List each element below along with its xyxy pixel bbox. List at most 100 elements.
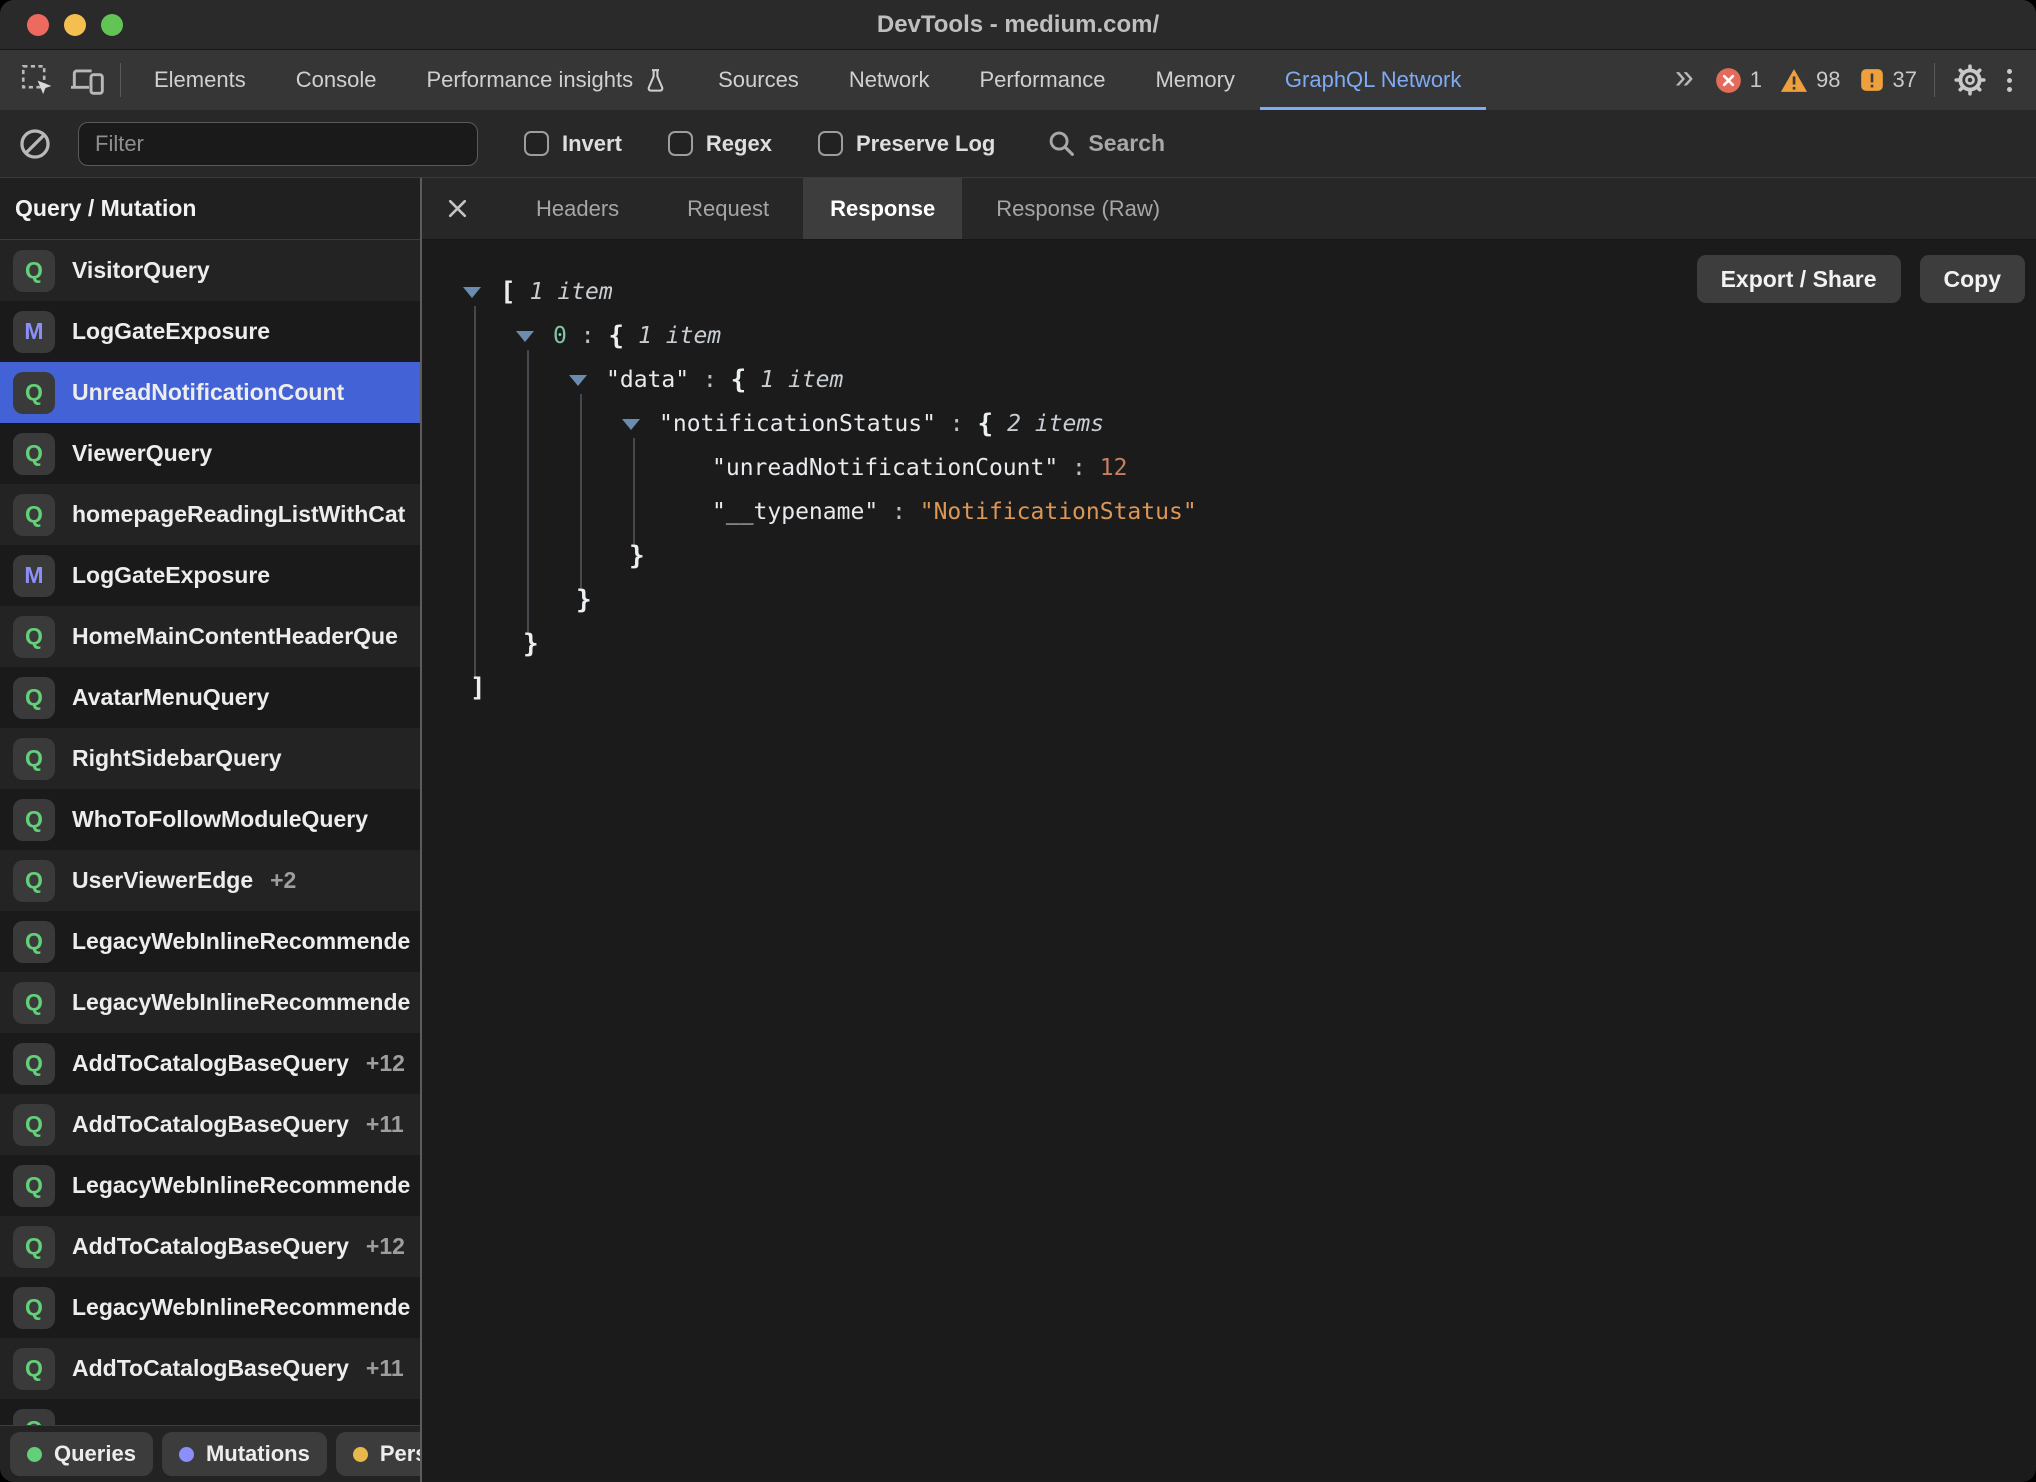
tree-row: 0 : {1 item: [446, 314, 1197, 358]
query-list-item[interactable]: Q: [0, 1399, 420, 1425]
json-tree: [1 item 0 : {1 item "data" : {1 item "notif…: [446, 270, 1197, 710]
tab-elements[interactable]: Elements: [129, 50, 271, 110]
query-name: UnreadNotificationCount: [72, 379, 345, 405]
query-type-filter-bar: Queries Mutations Pers: [0, 1425, 420, 1482]
tree-row: }: [446, 578, 1197, 622]
indent-guide: [474, 306, 476, 678]
checkbox-box-regex[interactable]: [667, 131, 693, 156]
query-list-item[interactable]: Q VisitorQuery: [0, 240, 420, 301]
response-panel: Headers Request Response Response (Raw) Exp…: [422, 178, 2036, 1482]
tab-console[interactable]: Console: [271, 50, 402, 110]
checkbox-preserve-log[interactable]: Preserve Log: [817, 131, 995, 157]
query-list-item[interactable]: Q RightSidebarQuery: [0, 728, 420, 789]
query-list-item[interactable]: Q WhoToFollowModuleQuery: [0, 789, 420, 850]
query-type-badge: Q: [13, 676, 55, 719]
query-list-item[interactable]: M LogGateExposure: [0, 301, 420, 362]
tab-memory[interactable]: Memory: [1130, 50, 1259, 110]
query-list-item[interactable]: Q LegacyWebInlineRecommende: [0, 911, 420, 972]
device-toolbar-icon: [71, 69, 104, 95]
checkbox-invert[interactable]: Invert: [524, 131, 622, 157]
chip-color-dot: [178, 1446, 194, 1462]
filter-chip-queries[interactable]: Queries: [10, 1432, 153, 1476]
expand-triangle-icon[interactable]: [516, 331, 534, 342]
query-type-badge: Q: [13, 1408, 55, 1425]
tab-performance-insights[interactable]: Performance insights: [401, 50, 693, 110]
expand-triangle-icon[interactable]: [622, 419, 640, 430]
more-tabs-chevron[interactable]: »: [1671, 60, 1706, 100]
query-list-item[interactable]: Q LegacyWebInlineRecommende: [0, 1155, 420, 1216]
device-toolbar-button[interactable]: [62, 50, 112, 110]
zoom-window-button[interactable]: [101, 13, 123, 36]
search-icon: [1050, 131, 1075, 156]
query-list-item[interactable]: Q AddToCatalogBaseQuery +11: [0, 1094, 420, 1155]
filter-chip-pers[interactable]: Pers: [335, 1432, 420, 1476]
query-list-item[interactable]: Q AvatarMenuQuery: [0, 667, 420, 728]
tab-label: Console: [295, 67, 377, 92]
query-type-badge: Q: [13, 371, 55, 414]
query-list-item[interactable]: QhomepageReadingListWithCat: [0, 484, 420, 545]
query-list-item[interactable]: Q AddToCatalogBaseQuery +11: [0, 1338, 420, 1399]
settings-button[interactable]: [1943, 62, 1997, 98]
query-list-item[interactable]: Q UnreadNotificationCount: [0, 362, 420, 423]
query-name: AddToCatalogBaseQuery: [72, 1355, 349, 1381]
chip-label: Mutations: [205, 1441, 310, 1466]
indent-guide: [527, 350, 529, 634]
query-list-item[interactable]: Q LegacyWebInlineRecommende: [0, 1277, 420, 1338]
query-list-item[interactable]: Q HomeMainContentHeaderQue: [0, 606, 420, 667]
search-group[interactable]: Search: [1047, 129, 1165, 158]
filter-chip-mutations[interactable]: Mutations: [161, 1432, 327, 1476]
query-list-item[interactable]: Q AddToCatalogBaseQuery +12: [0, 1216, 420, 1277]
search-label: Search: [1088, 130, 1166, 156]
query-list-item[interactable]: M LogGateExposure: [0, 545, 420, 606]
tab-request[interactable]: Request: [662, 178, 794, 239]
tab-label: Elements: [154, 67, 246, 92]
tab-headers[interactable]: Headers: [511, 178, 644, 239]
query-name: UserViewerEdge: [72, 867, 254, 893]
tab-performance[interactable]: Performance: [955, 50, 1131, 110]
query-count-badge: +12: [365, 1233, 405, 1259]
filter-input[interactable]: [78, 121, 478, 166]
export-share-button[interactable]: Export / Share: [1696, 255, 1901, 303]
checkbox-box-preserve-log[interactable]: [817, 131, 843, 156]
expand-triangle-icon[interactable]: [569, 375, 587, 386]
window-title: DevTools - medium.com/: [876, 10, 1160, 38]
toolbar-divider: [1934, 63, 1935, 97]
tab-label: Sources: [718, 67, 799, 92]
query-list-item[interactable]: Q AddToCatalogBaseQuery +12: [0, 1033, 420, 1094]
query-name: AddToCatalogBaseQuery: [72, 1111, 349, 1137]
tab-network[interactable]: Network: [824, 50, 955, 110]
tab-response[interactable]: Response: [803, 178, 963, 239]
clear-block-icon[interactable]: [18, 127, 52, 161]
query-name: LegacyWebInlineRecommende: [72, 1172, 411, 1198]
tab-graphql-network[interactable]: GraphQL Network: [1259, 50, 1487, 110]
inspect-element-button[interactable]: [12, 50, 62, 110]
close-icon: [448, 199, 466, 218]
traffic-lights: [27, 13, 123, 36]
expand-triangle-icon[interactable]: [463, 287, 481, 298]
tab-response-raw[interactable]: Response (Raw): [971, 178, 1185, 239]
more-options-menu-button[interactable]: [1997, 68, 2022, 92]
json-bracket: {: [730, 365, 747, 395]
indent-guide: [633, 438, 635, 546]
error-count-badge[interactable]: 1: [1715, 67, 1762, 94]
chip-color-dot: [27, 1446, 42, 1462]
query-list-item[interactable]: Q ViewerQuery: [0, 423, 420, 484]
close-window-button[interactable]: [27, 13, 49, 36]
query-name: LegacyWebInlineRecommende: [72, 928, 411, 954]
warning-count-badge[interactable]: 98: [1780, 67, 1841, 93]
query-name: AvatarMenuQuery: [72, 684, 270, 710]
tab-sources[interactable]: Sources: [693, 50, 824, 110]
minimize-window-button[interactable]: [64, 13, 86, 36]
tab-label: GraphQL Network: [1284, 67, 1462, 92]
query-name: RightSidebarQuery: [72, 745, 282, 771]
issues-count-badge[interactable]: 37: [1859, 67, 1917, 93]
query-name: LogGateExposure: [72, 562, 271, 588]
query-type-badge: Q: [13, 1225, 55, 1268]
copy-button[interactable]: Copy: [1919, 255, 2025, 303]
checkbox-box-invert[interactable]: [524, 131, 549, 156]
json-bracket: {: [608, 321, 625, 351]
query-list-item[interactable]: Q UserViewerEdge +2: [0, 850, 420, 911]
checkbox-regex[interactable]: Regex: [667, 131, 772, 157]
query-list-item[interactable]: Q LegacyWebInlineRecommende: [0, 972, 420, 1033]
close-detail-button[interactable]: [434, 178, 480, 239]
